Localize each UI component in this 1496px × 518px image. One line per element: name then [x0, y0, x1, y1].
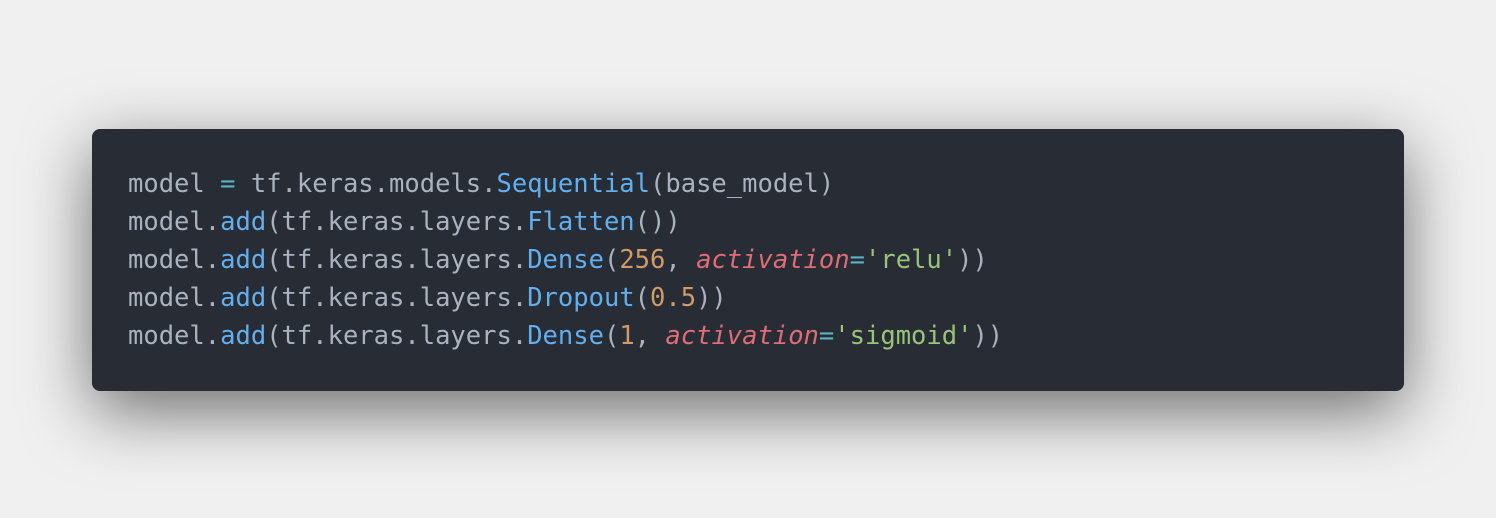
- token: )): [957, 245, 988, 275]
- token: activation: [665, 321, 819, 351]
- token: 256: [619, 245, 666, 275]
- token: (tf.keras.layers.: [266, 207, 528, 237]
- token: =: [818, 321, 835, 351]
- token: =: [220, 169, 236, 199]
- code-block: model = tf.keras.models.Sequential(base_…: [128, 165, 1003, 355]
- token: Dense: [527, 321, 604, 351]
- token: activation: [696, 245, 850, 275]
- token: (tf.keras.layers.: [266, 245, 528, 275]
- token: Sequential: [496, 169, 651, 199]
- token: ,: [634, 321, 666, 351]
- token: (tf.keras.layers.: [266, 321, 528, 351]
- token: (tf.keras.layers.: [266, 283, 528, 313]
- token: model.: [128, 245, 221, 275]
- token: )): [972, 321, 1004, 351]
- code-line-1: model = tf.keras.models.Sequential(base_…: [128, 165, 1003, 203]
- token: ,: [665, 245, 697, 275]
- token: (base_model): [650, 169, 835, 199]
- code-line-3: model.add(tf.keras.layers.Dense(256, act…: [128, 241, 1003, 279]
- token: model.: [128, 283, 221, 313]
- token: Dense: [527, 245, 604, 275]
- token: Dropout: [527, 283, 635, 313]
- token: 'sigmoid': [834, 321, 973, 351]
- code-line-4: model.add(tf.keras.layers.Dropout(0.5)): [128, 279, 1003, 317]
- token: (: [634, 283, 651, 313]
- token: add: [220, 321, 267, 351]
- code-snippet-window: model = tf.keras.models.Sequential(base_…: [92, 129, 1404, 391]
- token: 'relu': [864, 245, 958, 275]
- token: model: [128, 169, 221, 199]
- code-line-5: model.add(tf.keras.layers.Dense(1, activ…: [128, 317, 1003, 355]
- code-line-2: model.add(tf.keras.layers.Flatten()): [128, 203, 1003, 241]
- token: Flatten: [527, 207, 635, 237]
- token: add: [220, 245, 267, 275]
- token: (: [603, 321, 620, 351]
- token: add: [220, 207, 267, 237]
- token: tf.keras.models.: [235, 169, 497, 199]
- token: )): [696, 283, 727, 313]
- token: 0.5: [650, 283, 697, 313]
- token: (: [603, 245, 620, 275]
- token: add: [220, 283, 267, 313]
- token: ()): [634, 207, 681, 237]
- token: 1: [619, 321, 635, 351]
- token: model.: [128, 321, 221, 351]
- token: model.: [128, 207, 221, 237]
- token: =: [849, 245, 865, 275]
